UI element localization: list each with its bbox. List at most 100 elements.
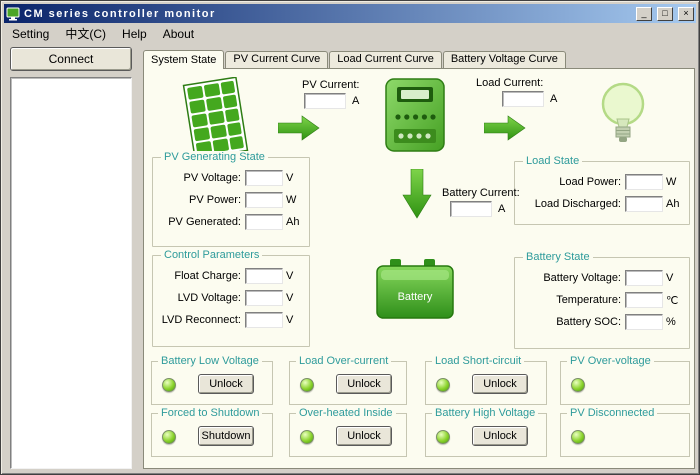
float-charge-row: Float Charge: V (153, 268, 303, 284)
alarm-title: Load Over-current (296, 355, 391, 367)
unlock-button[interactable]: Unlock (336, 374, 392, 394)
temperature-label: Temperature: (515, 294, 625, 306)
connect-button[interactable]: Connect (10, 47, 132, 71)
status-led (571, 378, 585, 392)
controller-icon (384, 77, 446, 153)
load-discharged-field[interactable] (625, 196, 663, 212)
lvd-reconnect-unit: V (283, 314, 303, 326)
alarm-title: Battery High Voltage (432, 407, 538, 419)
load-current-label: Load Current: (476, 77, 543, 89)
menu-setting[interactable]: Setting (4, 26, 57, 42)
battery-soc-label: Battery SOC: (515, 316, 625, 328)
alarm-title: PV Disconnected (567, 407, 657, 419)
status-led (436, 430, 450, 444)
pv-voltage-field[interactable] (245, 170, 283, 186)
battery-icon: Battery (374, 257, 456, 321)
lvd-voltage-row: LVD Voltage: V (153, 290, 303, 306)
titlebar: CM series controller monitor _ □ × (4, 4, 696, 23)
load-power-unit: W (663, 176, 683, 188)
battery-voltage-row: Battery Voltage: V (515, 270, 683, 286)
pv-power-label: PV Power: (153, 194, 245, 206)
load-power-row: Load Power: W (515, 174, 683, 190)
float-charge-label: Float Charge: (153, 270, 245, 282)
temperature-row: Temperature: ℃ (515, 292, 683, 308)
pv-current-unit: A (352, 95, 359, 107)
lvd-reconnect-label: LVD Reconnect: (153, 314, 245, 326)
tab-load-current-curve[interactable]: Load Current Curve (329, 51, 442, 68)
shutdown-button[interactable]: Shutdown (198, 426, 254, 446)
temperature-field[interactable] (625, 292, 663, 308)
battery-current-label: Battery Current: (442, 187, 520, 199)
device-listbox[interactable] (10, 77, 132, 469)
pv-current-field[interactable] (304, 93, 346, 109)
status-led (162, 430, 176, 444)
tab-system-state[interactable]: System State (143, 50, 224, 69)
battery-current-field[interactable] (450, 201, 492, 217)
battery-soc-field[interactable] (625, 314, 663, 330)
battery-high-voltage-panel: Battery High Voltage Unlock (425, 413, 547, 457)
alarm-title: Battery Low Voltage (158, 355, 262, 367)
pv-power-unit: W (283, 194, 303, 206)
minimize-icon[interactable]: _ (636, 7, 652, 21)
forced-to-shutdown-panel: Forced to Shutdown Shutdown (151, 413, 273, 457)
pv-generated-row: PV Generated: Ah (153, 214, 303, 230)
lvd-reconnect-field[interactable] (245, 312, 283, 328)
status-led (571, 430, 585, 444)
solar-panel-icon (178, 77, 252, 159)
battery-icon-label: Battery (398, 291, 433, 303)
tab-battery-voltage-curve[interactable]: Battery Voltage Curve (443, 51, 566, 68)
lvd-reconnect-row: LVD Reconnect: V (153, 312, 303, 328)
close-icon[interactable]: × (678, 7, 694, 21)
load-current-field[interactable] (502, 91, 544, 107)
battery-voltage-label: Battery Voltage: (515, 272, 625, 284)
battery-soc-unit: % (663, 316, 683, 328)
alarm-title: PV Over-voltage (567, 355, 654, 367)
pv-generating-state-group: PV Generating State PV Voltage: V PV Pow… (152, 157, 310, 247)
load-current-unit: A (550, 93, 557, 105)
pv-disconnected-panel: PV Disconnected (560, 413, 690, 457)
menubar: Setting 中文(C) Help About (4, 24, 696, 43)
pv-voltage-label: PV Voltage: (153, 172, 245, 184)
app-window: CM series controller monitor _ □ × Setti… (0, 0, 700, 475)
load-power-label: Load Power: (515, 176, 625, 188)
battery-voltage-field[interactable] (625, 270, 663, 286)
battery-current-unit: A (498, 203, 505, 215)
pv-voltage-row: PV Voltage: V (153, 170, 303, 186)
group-title: Control Parameters (161, 249, 262, 261)
lvd-voltage-label: LVD Voltage: (153, 292, 245, 304)
lvd-voltage-field[interactable] (245, 290, 283, 306)
unlock-button[interactable]: Unlock (336, 426, 392, 446)
lvd-voltage-unit: V (283, 292, 303, 304)
load-power-field[interactable] (625, 174, 663, 190)
unlock-button[interactable]: Unlock (198, 374, 254, 394)
load-discharged-label: Load Discharged: (515, 198, 625, 210)
unlock-button[interactable]: Unlock (472, 426, 528, 446)
battery-state-group: Battery State Battery Voltage: V Tempera… (514, 257, 690, 349)
pv-current-label: PV Current: (302, 79, 359, 91)
light-bulb-icon (599, 81, 647, 147)
load-discharged-unit: Ah (663, 198, 683, 210)
menu-language[interactable]: 中文(C) (57, 24, 114, 43)
app-icon (6, 7, 20, 21)
control-parameters-group: Control Parameters Float Charge: V LVD V… (152, 255, 310, 347)
menu-about[interactable]: About (155, 26, 202, 42)
unlock-button[interactable]: Unlock (472, 374, 528, 394)
group-title: Battery State (523, 251, 593, 263)
pv-generated-label: PV Generated: (153, 216, 245, 228)
float-charge-unit: V (283, 270, 303, 282)
system-state-panel: PV Current: A Load Current: A (143, 68, 695, 469)
alarm-title: Forced to Shutdown (158, 407, 262, 419)
float-charge-field[interactable] (245, 268, 283, 284)
pv-generated-unit: Ah (283, 216, 303, 228)
arrow-right-icon (484, 115, 526, 141)
window-title: CM series controller monitor (24, 8, 631, 20)
status-led (300, 430, 314, 444)
menu-help[interactable]: Help (114, 26, 155, 42)
tab-pv-current-curve[interactable]: PV Current Curve (225, 51, 328, 68)
maximize-icon[interactable]: □ (657, 7, 673, 21)
pv-power-field[interactable] (245, 192, 283, 208)
load-over-current-panel: Load Over-current Unlock (289, 361, 407, 405)
pv-generated-field[interactable] (245, 214, 283, 230)
load-discharged-row: Load Discharged: Ah (515, 196, 683, 212)
group-title: PV Generating State (161, 151, 268, 163)
